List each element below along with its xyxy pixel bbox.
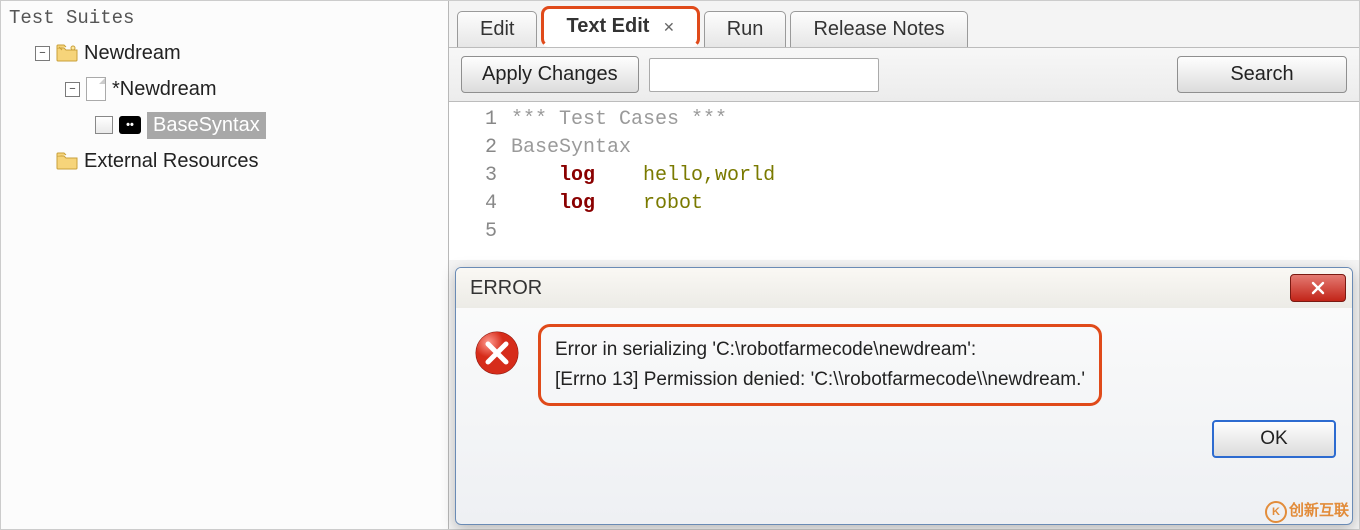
code-line: log hello,world	[511, 162, 775, 190]
tree-node-case[interactable]: •• BaseSyntax	[11, 107, 448, 143]
search-input[interactable]	[649, 58, 879, 92]
tab-release-notes[interactable]: Release Notes	[790, 11, 967, 47]
folder-icon	[56, 152, 78, 170]
app-window: Test Suites − Newdream − *Newdream •• Ba…	[0, 0, 1360, 530]
robot-icon: ••	[119, 116, 141, 134]
tree: − Newdream − *Newdream •• BaseSyntax	[1, 35, 448, 179]
line-number: 3	[449, 162, 511, 190]
expander-icon[interactable]: −	[65, 82, 80, 97]
apply-changes-button[interactable]: Apply Changes	[461, 56, 639, 93]
folder-icon	[56, 44, 78, 62]
button-label: OK	[1260, 428, 1287, 450]
error-line: Error in serializing 'C:\robotfarmecode\…	[555, 335, 1085, 365]
watermark: K创新互联	[1265, 499, 1349, 523]
checkbox[interactable]	[95, 116, 113, 134]
tree-node-external[interactable]: External Resources	[11, 143, 448, 179]
ok-button[interactable]: OK	[1212, 420, 1336, 458]
line-number: 2	[449, 134, 511, 162]
tab-label: Text Edit	[566, 15, 649, 37]
tab-bar: Edit Text Edit ✕ Run Release Notes	[449, 3, 1359, 47]
tab-label: Edit	[480, 18, 514, 40]
search-button[interactable]: Search	[1177, 56, 1347, 93]
editor-panel: Edit Text Edit ✕ Run Release Notes Apply…	[449, 1, 1359, 529]
close-icon	[1311, 281, 1325, 295]
expander-icon[interactable]: −	[35, 46, 50, 61]
tab-label: Release Notes	[813, 18, 944, 40]
code-editor[interactable]: 1*** Test Cases *** 2BaseSyntax 3 log he…	[449, 101, 1359, 260]
error-message-box: Error in serializing 'C:\robotfarmecode\…	[538, 324, 1102, 406]
code-line: log robot	[511, 190, 703, 218]
toolbar: Apply Changes Search	[449, 47, 1359, 101]
tree-node-suite[interactable]: − *Newdream	[11, 71, 448, 107]
tree-label: *Newdream	[112, 78, 216, 101]
code-line: *** Test Cases ***	[511, 106, 727, 134]
dialog-titlebar: ERROR	[456, 268, 1352, 308]
file-icon	[86, 77, 106, 101]
line-number: 1	[449, 106, 511, 134]
tree-label-selected: BaseSyntax	[147, 112, 266, 139]
tab-text-edit[interactable]: Text Edit ✕	[541, 6, 699, 47]
tab-label: Run	[727, 18, 764, 40]
tree-node-root[interactable]: − Newdream	[11, 35, 448, 71]
panel-title: Test Suites	[1, 7, 448, 35]
tree-label: Newdream	[84, 42, 181, 65]
line-number: 4	[449, 190, 511, 218]
code-line: BaseSyntax	[511, 134, 631, 162]
close-icon[interactable]: ✕	[663, 19, 675, 35]
error-line: [Errno 13] Permission denied: 'C:\\robot…	[555, 365, 1085, 395]
test-suites-panel: Test Suites − Newdream − *Newdream •• Ba…	[1, 1, 449, 529]
line-number: 5	[449, 218, 511, 246]
tab-edit[interactable]: Edit	[457, 11, 537, 47]
tree-label: External Resources	[84, 150, 259, 173]
error-icon	[474, 330, 520, 376]
error-dialog: ERROR Error in serializing 'C:\robotfarm…	[455, 267, 1353, 525]
dialog-close-button[interactable]	[1290, 274, 1346, 302]
dialog-title: ERROR	[470, 277, 542, 300]
tab-run[interactable]: Run	[704, 11, 787, 47]
